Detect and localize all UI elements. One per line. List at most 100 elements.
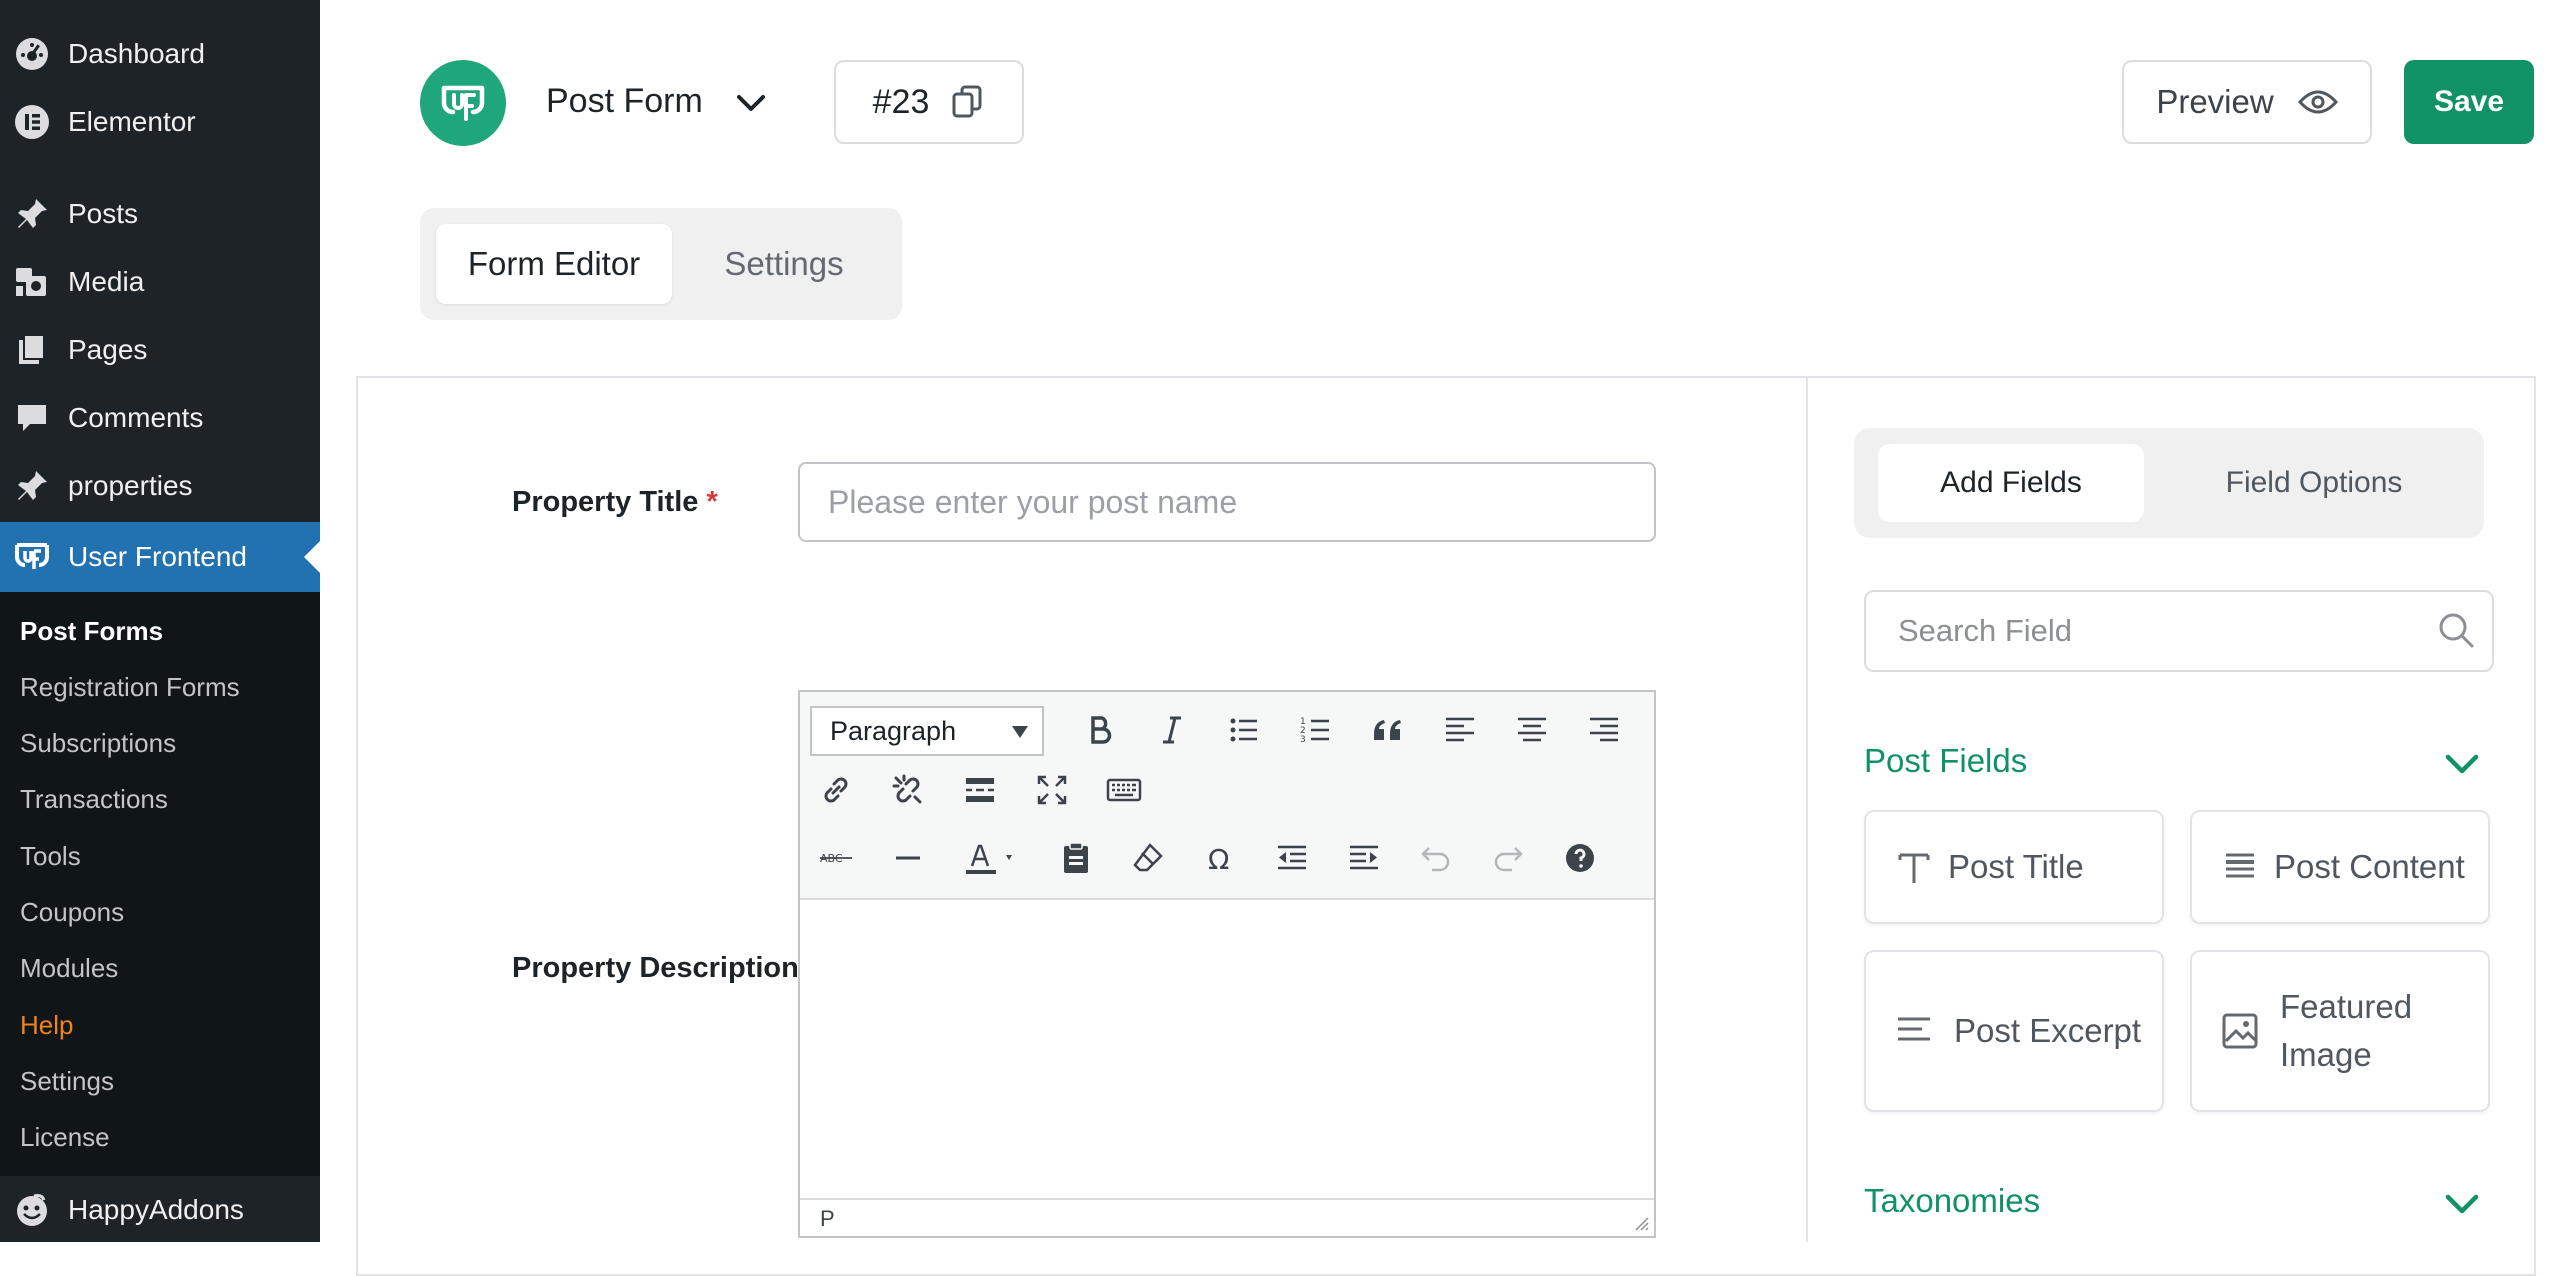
- sidebar-item-label: User Frontend: [68, 541, 247, 572]
- field-card-label: Post Content: [2274, 848, 2465, 885]
- post-fields-title[interactable]: Post Fields: [1864, 742, 2027, 780]
- outdent-button[interactable]: [1266, 832, 1318, 884]
- element-path: P: [820, 1206, 835, 1231]
- italic-icon: [1163, 716, 1181, 744]
- property-title-input[interactable]: [798, 462, 1656, 542]
- redo-button[interactable]: [1482, 832, 1534, 884]
- tab-form-editor[interactable]: Form Editor: [436, 224, 672, 304]
- submenu-license[interactable]: License: [20, 1122, 110, 1153]
- horizontal-line-button[interactable]: [882, 832, 934, 884]
- bullet-list-button[interactable]: [1218, 704, 1270, 756]
- align-left-button[interactable]: [1434, 704, 1486, 756]
- submenu-tools[interactable]: Tools: [20, 841, 81, 872]
- sidebar-item-elementor[interactable]: Elementor: [0, 89, 320, 155]
- resize-handle-icon[interactable]: [1632, 1214, 1650, 1232]
- numbered-list-button[interactable]: 123: [1290, 704, 1342, 756]
- read-more-button[interactable]: [954, 764, 1006, 816]
- submenu-modules[interactable]: Modules: [20, 953, 118, 984]
- field-card-post-content[interactable]: Post Content: [2190, 810, 2490, 924]
- sidebar-item-comments[interactable]: Comments: [0, 385, 320, 451]
- align-left-icon: [1446, 717, 1474, 742]
- align-center-icon: [1518, 717, 1546, 742]
- sidebar-item-label: properties: [68, 470, 193, 501]
- tab-add-fields[interactable]: Add Fields: [1878, 444, 2144, 522]
- preview-button[interactable]: Preview: [2122, 60, 2372, 144]
- dashboard-icon: [14, 36, 50, 72]
- elementor-icon: [14, 104, 50, 140]
- sidebar-submenu: Post Forms Registration Forms Subscripti…: [0, 592, 320, 1176]
- align-right-button[interactable]: [1578, 704, 1630, 756]
- clear-formatting-button[interactable]: [1122, 832, 1174, 884]
- indent-button[interactable]: [1338, 832, 1390, 884]
- read-more-icon: [966, 778, 994, 802]
- sidebar-item-label: Comments: [68, 402, 204, 433]
- chevron-down-icon[interactable]: [733, 88, 769, 118]
- search-field-input[interactable]: [1864, 590, 2494, 672]
- sidebar-item-happyaddons[interactable]: HappyAddons: [0, 1178, 320, 1242]
- format-select-value: Paragraph: [830, 715, 957, 746]
- sidebar-item-media[interactable]: Media: [0, 249, 320, 315]
- toolbar-toggle-button[interactable]: [1098, 764, 1150, 816]
- comments-icon: [14, 400, 50, 436]
- special-character-button[interactable]: Ω: [1194, 832, 1246, 884]
- field-card-featured-image[interactable]: Featured Image: [2190, 950, 2490, 1112]
- strikethrough-icon: ABC: [820, 852, 852, 865]
- help-button[interactable]: [1554, 832, 1606, 884]
- tab-field-options[interactable]: Field Options: [2160, 444, 2468, 522]
- link-icon: [824, 777, 848, 803]
- insert-link-button[interactable]: [810, 764, 862, 816]
- user-frontend-logo-icon: [441, 85, 485, 121]
- sidebar-item-user-frontend[interactable]: User Frontend: [0, 522, 320, 592]
- editor-statusbar: P: [800, 1198, 1654, 1236]
- blockquote-button[interactable]: [1362, 704, 1414, 756]
- sidebar-item-posts[interactable]: Posts: [0, 181, 320, 247]
- chevron-down-icon[interactable]: [2442, 744, 2482, 784]
- eye-icon: [2297, 88, 2338, 116]
- fullscreen-button[interactable]: [1026, 764, 1078, 816]
- redo-icon: [1494, 847, 1523, 872]
- sidebar-item-label: Pages: [68, 334, 148, 365]
- submenu-coupons[interactable]: Coupons: [20, 897, 124, 928]
- chevron-down-icon[interactable]: [2442, 1184, 2482, 1224]
- remove-link-button[interactable]: [882, 764, 934, 816]
- submenu-registration-forms[interactable]: Registration Forms: [20, 672, 240, 703]
- field-card-label: Featured Image: [2280, 988, 2413, 1073]
- save-button[interactable]: Save: [2404, 60, 2534, 144]
- italic-button[interactable]: [1146, 704, 1198, 756]
- paste-text-button[interactable]: [1050, 832, 1102, 884]
- quote-icon: [1374, 720, 1401, 740]
- submenu-subscriptions[interactable]: Subscriptions: [20, 728, 176, 759]
- text-color-button[interactable]: [954, 832, 1030, 884]
- text-icon: [1894, 847, 1934, 887]
- tab-settings[interactable]: Settings: [684, 224, 884, 304]
- search-icon[interactable]: [2436, 610, 2476, 650]
- form-id-copy-button[interactable]: #23: [834, 60, 1024, 144]
- sidebar-item-properties[interactable]: properties: [0, 453, 320, 519]
- description-editor[interactable]: Paragraph 123 ABC Ω P: [798, 690, 1656, 1238]
- submenu-help[interactable]: Help: [20, 1010, 73, 1041]
- field-card-post-excerpt[interactable]: Post Excerpt: [1864, 950, 2164, 1112]
- unlink-icon: [892, 774, 922, 804]
- undo-button[interactable]: [1410, 832, 1462, 884]
- active-indicator: [304, 541, 320, 573]
- panel-divider: [1806, 378, 1808, 1242]
- help-icon: [1566, 844, 1594, 872]
- submenu-settings[interactable]: Settings: [20, 1066, 114, 1097]
- bold-button[interactable]: [1074, 704, 1126, 756]
- bullet-list-icon: [1230, 718, 1257, 742]
- sidebar-item-label: Dashboard: [68, 38, 205, 69]
- format-select[interactable]: Paragraph: [810, 706, 1044, 756]
- align-center-button[interactable]: [1506, 704, 1558, 756]
- happyaddons-icon: [14, 1192, 50, 1228]
- taxonomies-title[interactable]: Taxonomies: [1864, 1182, 2040, 1220]
- sidebar-item-dashboard[interactable]: Dashboard: [0, 21, 320, 87]
- submenu-transactions[interactable]: Transactions: [20, 784, 168, 815]
- field-card-post-title[interactable]: Post Title: [1864, 810, 2164, 924]
- form-name[interactable]: Post Form: [546, 82, 703, 121]
- strikethrough-button[interactable]: ABC: [810, 832, 862, 884]
- sidebar-item-pages[interactable]: Pages: [0, 317, 320, 383]
- sidebar-item-label: HappyAddons: [68, 1194, 244, 1225]
- submenu-post-forms[interactable]: Post Forms: [20, 616, 163, 647]
- sidebar-item-label: Elementor: [68, 106, 196, 137]
- horizontal-line-icon: [896, 856, 920, 860]
